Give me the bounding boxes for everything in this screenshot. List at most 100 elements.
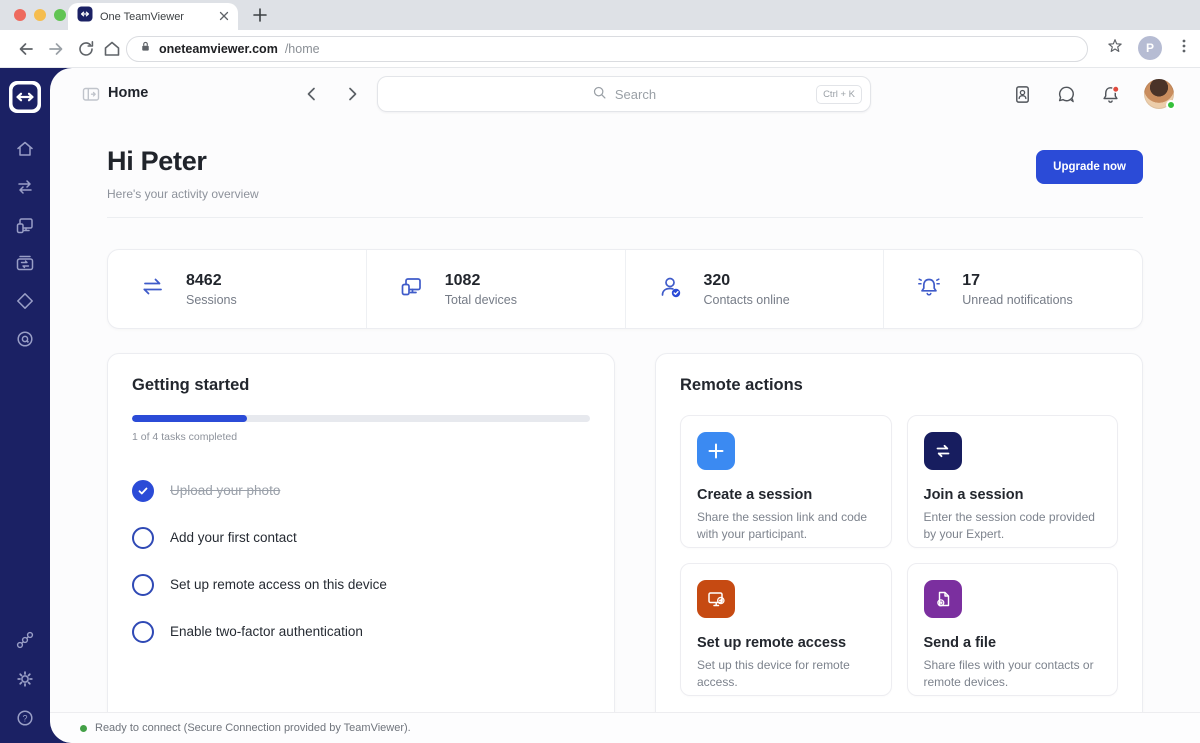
remote-actions-title: Remote actions [680,376,1118,395]
url-domain: oneteamviewer.com [159,42,278,56]
contact-online-icon [656,272,686,307]
sidebar-item-integrations[interactable] [14,629,36,651]
browser-back-icon[interactable] [16,39,36,59]
remote-actions-card: Remote actions Create a session Share th… [655,353,1143,712]
tile-title: Join a session [924,487,1102,503]
devices-icon [397,272,427,307]
sidebar-item-frontline[interactable] [14,290,36,312]
sidebar-item-service-queue[interactable] [14,328,36,350]
setup-remote-access-tile[interactable]: Set up remote access Set up this device … [680,563,892,696]
getting-started-title: Getting started [132,376,590,395]
send-file-tile[interactable]: Send a file Share files with your contac… [907,563,1119,696]
notifications-bell-icon[interactable] [1100,84,1121,105]
stat-label: Total devices [445,293,517,307]
stat-value: 320 [704,272,790,290]
connection-status-bar: Ready to connect (Secure Connection prov… [50,712,1200,743]
app-header: Home Search Ctrl + K [50,68,1200,120]
new-tab-button[interactable] [252,7,268,23]
task-checkbox[interactable] [132,527,154,549]
task-add-contact[interactable]: Add your first contact [132,514,590,561]
nav-forward-icon[interactable] [342,84,362,104]
window-controls [14,9,66,21]
search-placeholder: Search [615,87,656,102]
tile-description: Share files with your contacts or remote… [924,657,1102,692]
one-teamviewer-app: ? Home [0,68,1200,743]
create-session-tile[interactable]: Create a session Share the session link … [680,415,892,548]
svg-text:?: ? [22,713,27,723]
install-client-icon[interactable] [1012,84,1033,105]
upgrade-now-button[interactable]: Upgrade now [1036,150,1143,184]
stat-total-devices: 1082 Total devices [366,250,625,328]
hero-divider [107,217,1143,218]
tile-title: Send a file [924,635,1102,651]
teamviewer-logo[interactable] [9,81,41,118]
app-sidebar: ? [0,68,50,743]
content-panel: Home Search Ctrl + K [50,68,1200,743]
page-title: Home [108,85,148,101]
sidebar-item-devices[interactable] [14,214,36,236]
tile-description: Share the session link and code with you… [697,509,875,544]
tile-title: Create a session [697,487,875,503]
sidebar-item-home[interactable] [14,138,36,160]
close-tab-icon[interactable] [219,8,229,26]
stats-card: 8462 Sessions 1082 Total devices [107,249,1143,329]
plus-icon [697,432,735,470]
task-checkbox-checked[interactable] [132,480,154,502]
swap-arrows-icon [138,272,168,307]
bell-ringing-icon [914,272,944,307]
task-setup-remote-access[interactable]: Set up remote access on this device [132,561,590,608]
stat-value: 1082 [445,272,517,290]
close-window-button[interactable] [14,9,26,21]
status-green-dot [80,725,87,732]
nav-back-icon[interactable] [302,84,322,104]
stat-value: 8462 [186,272,237,290]
browser-reload-icon[interactable] [76,39,96,59]
join-session-tile[interactable]: Join a session Enter the session code pr… [907,415,1119,548]
teamviewer-favicon [77,6,93,27]
chat-icon[interactable] [1056,84,1077,105]
sidebar-item-help[interactable]: ? [14,707,36,729]
getting-started-card: Getting started 1 of 4 tasks completed U… [107,353,615,712]
browser-home-icon[interactable] [102,39,122,59]
online-status-dot [1166,100,1176,110]
search-icon [592,85,607,103]
search-input[interactable]: Search Ctrl + K [377,76,871,112]
tab-title: One TeamViewer [100,11,212,23]
task-checkbox[interactable] [132,574,154,596]
progress-bar [132,415,590,422]
sidebar-item-settings[interactable] [14,668,36,690]
task-label: Add your first contact [170,530,297,545]
greeting-heading: Hi Peter [107,146,259,177]
stat-label: Unread notifications [962,293,1072,307]
bookmark-star-icon[interactable] [1106,37,1124,60]
task-upload-photo[interactable]: Upload your photo [132,467,590,514]
sidebar-item-remote-management[interactable] [14,252,36,274]
swap-arrows-icon [924,432,962,470]
task-enable-2fa[interactable]: Enable two-factor authentication [132,608,590,655]
address-bar[interactable]: oneteamviewer.com/home [126,36,1088,62]
sidebar-item-sessions[interactable] [14,176,36,198]
task-list: Upload your photo Add your first contact… [132,467,590,655]
browser-tab[interactable]: One TeamViewer [68,3,238,30]
stat-sessions: 8462 Sessions [108,250,366,328]
browser-url-bar: oneteamviewer.com/home P [0,30,1200,68]
fullscreen-window-button[interactable] [54,9,66,21]
stat-value: 17 [962,272,1072,290]
browser-menu-icon[interactable] [1176,38,1192,59]
search-shortcut-badge: Ctrl + K [816,85,862,104]
browser-profile-avatar[interactable]: P [1138,36,1162,60]
file-share-icon [924,580,962,618]
stat-label: Sessions [186,293,237,307]
tile-description: Enter the session code provided by your … [924,509,1102,544]
user-avatar[interactable] [1144,79,1174,109]
browser-forward-icon[interactable] [46,39,66,59]
task-label: Set up remote access on this device [170,577,387,592]
lock-icon[interactable] [139,40,152,58]
task-checkbox[interactable] [132,621,154,643]
url-path: /home [285,42,320,56]
minimize-window-button[interactable] [34,9,46,21]
task-label: Upload your photo [170,483,280,498]
hero-section: Hi Peter Here's your activity overview U… [107,134,1143,201]
browser-window: One TeamViewer oneteamviewer.com/home [0,0,1200,743]
collapse-sidebar-icon[interactable] [81,84,101,104]
